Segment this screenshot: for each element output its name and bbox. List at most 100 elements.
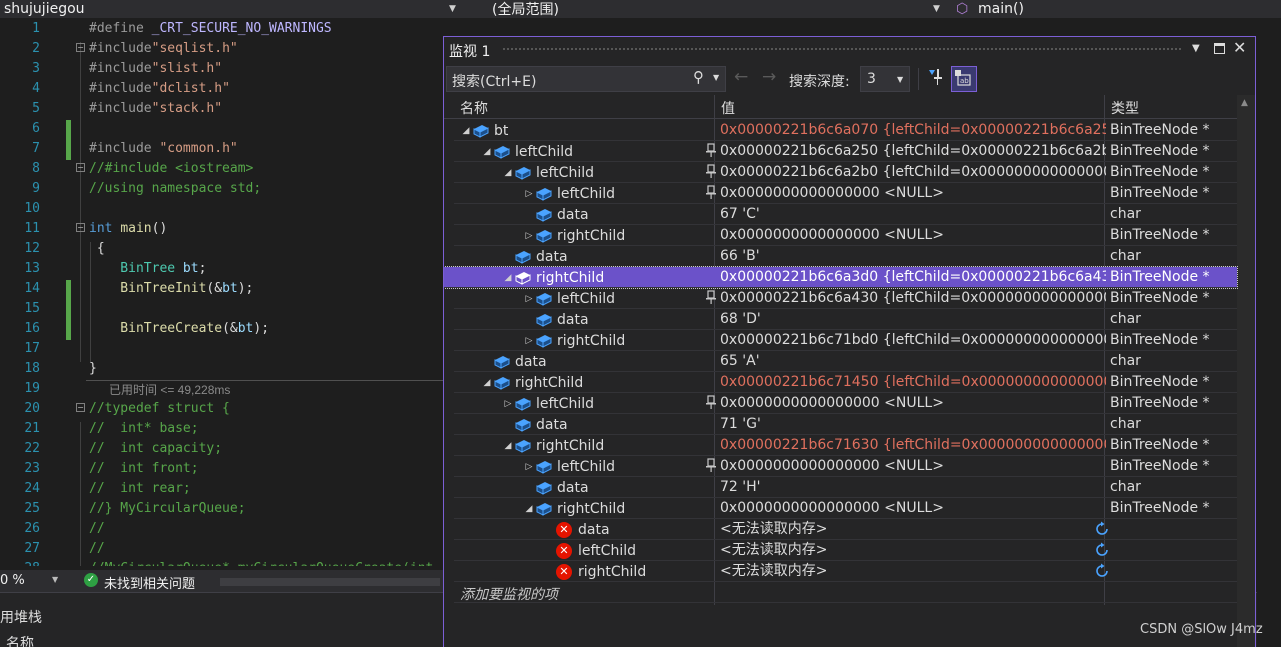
watch-value-cell[interactable]: <无法读取内存>	[720, 540, 1106, 561]
column-header-type[interactable]: 类型	[1111, 98, 1139, 118]
watch-value-cell[interactable]: 0x00000221b6c71450 {leftChild=0x00000000…	[720, 372, 1106, 393]
watch-value-cell[interactable]: 67 'C'	[720, 204, 1106, 225]
chevron-down-icon[interactable]: ▼	[933, 0, 940, 18]
watch-row[interactable]: data 67 'C' char	[454, 204, 1237, 225]
search-depth-select[interactable]: 3 ▼	[860, 66, 910, 92]
code-line[interactable]: 15	[0, 299, 445, 319]
refresh-icon[interactable]	[1094, 542, 1110, 558]
vertical-scrollbar[interactable]: ▲	[1237, 95, 1255, 647]
project-dropdown[interactable]: shujujiegou	[0, 0, 462, 18]
collapse-arrow-icon[interactable]: ◢	[460, 126, 472, 136]
code-line[interactable]: 1 #define _CRT_SECURE_NO_WARNINGS	[0, 19, 445, 39]
watch-value-cell[interactable]: 0x00000221b6c6a250 {leftChild=0x00000221…	[720, 141, 1106, 162]
code-line[interactable]: 8 //#include <iostream>	[0, 159, 445, 179]
watch-row[interactable]: data 68 'D' char	[454, 309, 1237, 330]
code-line[interactable]: 4 #include"dclist.h"	[0, 79, 445, 99]
search-input[interactable]: 搜索(Ctrl+E) ⚲ ▼	[446, 66, 726, 92]
watch-row[interactable]: data 66 'B' char	[454, 246, 1237, 267]
watch-row[interactable]: ◢ rightChild 0x00000221b6c71630 {leftChild…	[454, 435, 1237, 456]
collapse-arrow-icon[interactable]: ◢	[502, 441, 514, 451]
pin-icon[interactable]	[706, 290, 716, 305]
watch-value-cell[interactable]: <无法读取内存>	[720, 519, 1106, 540]
code-line[interactable]: 26 //	[0, 519, 445, 539]
watch-row[interactable]: data 65 'A' char	[454, 351, 1237, 372]
code-line[interactable]: 20 //typedef struct {	[0, 399, 445, 419]
watch-value-cell[interactable]: 0x00000221b6c6a070 {leftChild=0x00000221…	[720, 120, 1106, 141]
watch-value-cell[interactable]: 0x00000221b6c71630 {leftChild=0x00000000…	[720, 435, 1106, 456]
watch-row[interactable]: ◢ rightChild 0x0000000000000000 <NULL> BinT…	[454, 498, 1237, 519]
forward-arrow-icon[interactable]: →	[762, 67, 776, 87]
collapse-arrow-icon[interactable]: ◢	[523, 504, 535, 514]
zoom-dropdown-icon[interactable]: ▼	[52, 575, 58, 584]
hex-display-icon[interactable]: ab	[951, 66, 977, 92]
back-arrow-icon[interactable]: ←	[734, 67, 748, 87]
expand-arrow-icon[interactable]: ▷	[502, 399, 514, 409]
pin-filter-icon[interactable]	[926, 67, 946, 89]
watch-value-cell[interactable]: 0x00000221b6c6a2b0 {leftChild=0x00000000…	[720, 162, 1106, 183]
code-editor[interactable]: 已用时间 <= 49,228ms 1 #define _CRT_SECURE_NO…	[0, 18, 445, 566]
watch-row[interactable]: ▷ leftChild 0x00000221b6c6a430 {leftChild=…	[454, 288, 1237, 309]
watch-value-cell[interactable]: 71 'G'	[720, 414, 1106, 435]
code-line[interactable]: 24 // int rear;	[0, 479, 445, 499]
watch-row[interactable]: ◢ leftChild 0x00000221b6c6a2b0 {leftChild=…	[454, 162, 1237, 183]
expand-arrow-icon[interactable]: ▷	[523, 189, 535, 199]
expand-arrow-icon[interactable]: ▷	[523, 336, 535, 346]
watch-value-cell[interactable]: 65 'A'	[720, 351, 1106, 372]
watch-value-cell[interactable]: 0x00000221b6c6a430 {leftChild=0x00000000…	[720, 288, 1106, 309]
code-line[interactable]: 21 // int* base;	[0, 419, 445, 439]
search-icon[interactable]: ⚲	[693, 68, 704, 86]
search-options-icon[interactable]: ▼	[713, 73, 719, 82]
code-line[interactable]: 23 // int front;	[0, 459, 445, 479]
maximize-icon[interactable]	[1214, 43, 1225, 54]
watch-row[interactable]: ✕ data <无法读取内存>	[454, 519, 1237, 540]
code-line[interactable]: 12 {	[0, 239, 445, 259]
watch-value-cell[interactable]: 0x0000000000000000 <NULL>	[720, 456, 1106, 477]
watch-row[interactable]: ◢ bt 0x00000221b6c6a070 {leftChild=0x00000…	[454, 120, 1237, 141]
watch-row[interactable]: ▷ rightChild 0x0000000000000000 <NULL> BinT…	[454, 225, 1237, 246]
watch-row[interactable]: ▷ leftChild 0x0000000000000000 <NULL> BinTr…	[454, 456, 1237, 477]
column-header-value[interactable]: 值	[721, 98, 735, 118]
fold-toggle-icon[interactable]: −	[76, 43, 85, 52]
code-line[interactable]: 6	[0, 119, 445, 139]
scroll-up-icon[interactable]: ▲	[1241, 98, 1248, 108]
code-line[interactable]: 10	[0, 199, 445, 219]
fold-toggle-icon[interactable]: −	[76, 223, 85, 232]
watch-value-cell[interactable]: 68 'D'	[720, 309, 1106, 330]
refresh-icon[interactable]	[1094, 521, 1110, 537]
collapse-arrow-icon[interactable]: ◢	[481, 378, 493, 388]
code-line[interactable]: 2 #include"seqlist.h"	[0, 39, 445, 59]
add-watch-row[interactable]: 添加要监视的项	[454, 582, 1237, 603]
column-header-name[interactable]: 名称	[6, 633, 34, 647]
watch-value-cell[interactable]: 0x0000000000000000 <NULL>	[720, 225, 1106, 246]
watch-value-cell[interactable]: 0x0000000000000000 <NULL>	[720, 183, 1106, 204]
watch-value-cell[interactable]: <无法读取内存>	[720, 561, 1106, 582]
fold-toggle-icon[interactable]: −	[76, 403, 85, 412]
pin-icon[interactable]	[706, 395, 716, 410]
watch-row[interactable]: ▷ leftChild 0x0000000000000000 <NULL> BinTr…	[454, 393, 1237, 414]
expand-arrow-icon[interactable]: ▷	[523, 462, 535, 472]
issues-status[interactable]: 未找到相关问题	[104, 573, 195, 592]
code-line[interactable]: 19	[0, 379, 445, 399]
panel-title[interactable]: 用堆栈	[0, 607, 42, 627]
column-header-name[interactable]: 名称	[460, 98, 488, 118]
code-line[interactable]: 27 //	[0, 539, 445, 559]
code-line[interactable]: 3 #include"slist.h"	[0, 59, 445, 79]
function-dropdown[interactable]: ⬡ main()	[952, 0, 1281, 18]
refresh-icon[interactable]	[1094, 563, 1110, 579]
expand-arrow-icon[interactable]: ▷	[523, 294, 535, 304]
drag-handle[interactable]	[502, 47, 1182, 52]
code-line[interactable]: 13 BinTree bt;	[0, 259, 445, 279]
code-line[interactable]: 22 // int capacity;	[0, 439, 445, 459]
scope-dropdown[interactable]: (全局范围)	[466, 0, 946, 18]
code-line[interactable]: 11 int main()	[0, 219, 445, 239]
watch-value-cell[interactable]: 72 'H'	[720, 477, 1106, 498]
chevron-down-icon[interactable]: ▼	[449, 0, 456, 18]
window-menu-icon[interactable]: ▼	[1192, 43, 1200, 54]
watch-row[interactable]: ✕ rightChild <无法读取内存>	[454, 561, 1237, 582]
code-line[interactable]: 25 //} MyCircularQueue;	[0, 499, 445, 519]
watch-row[interactable]: ▷ leftChild 0x0000000000000000 <NULL> BinTr…	[454, 183, 1237, 204]
code-line[interactable]: 7 #include "common.h"	[0, 139, 445, 159]
watch-value-cell[interactable]: 0x0000000000000000 <NULL>	[720, 393, 1106, 414]
watch-row[interactable]: data 71 'G' char	[454, 414, 1237, 435]
watch-row[interactable]: ◢ rightChild 0x00000221b6c71450 {leftChild…	[454, 372, 1237, 393]
